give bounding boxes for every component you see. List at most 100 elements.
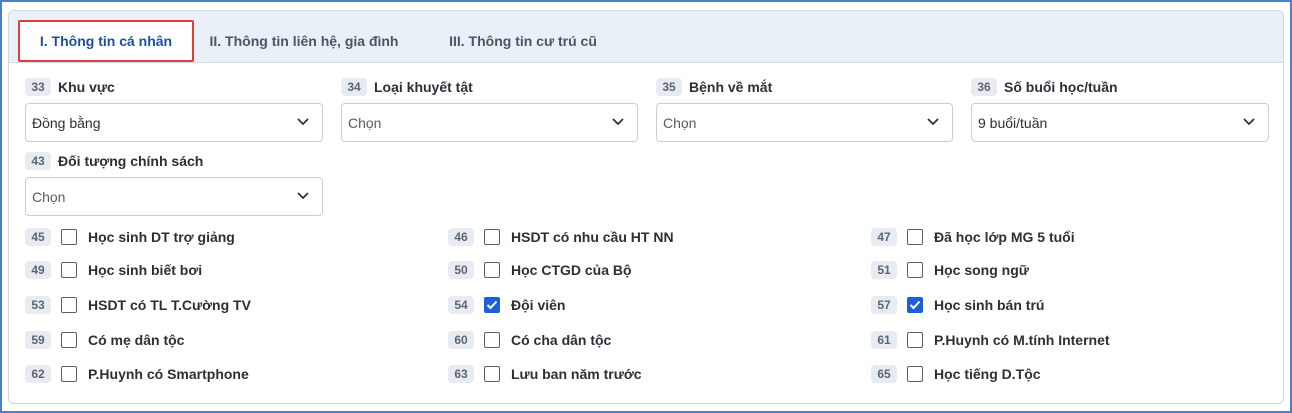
checkbox-item[interactable]: 45 Học sinh DT trợ giảng [25, 226, 235, 248]
tab-label: II. Thông tin liên hệ, gia đình [209, 33, 399, 49]
checkbox-label: Học song ngữ [934, 262, 1029, 278]
checkbox-item[interactable]: 53 HSDT có TL T.Cường TV [25, 294, 251, 316]
checkbox-item[interactable]: 51 Học song ngữ [871, 259, 1029, 281]
checkbox-label: Đã học lớp MG 5 tuổi [934, 229, 1075, 245]
field-number-badge: 57 [871, 296, 897, 314]
checkbox[interactable] [907, 297, 923, 313]
region-select-value: Đồng bằng [32, 114, 101, 131]
tab-bar: I. Thông tin cá nhân II. Thông tin liên … [9, 11, 1283, 63]
policy-subject-select-value: Chọn [32, 188, 66, 205]
field-number-badge: 50 [448, 261, 474, 279]
field-number-badge: 63 [448, 365, 474, 383]
tab-label: III. Thông tin cư trú cũ [449, 33, 597, 49]
checkmark-icon [486, 300, 498, 310]
checkbox[interactable] [61, 262, 77, 278]
checkbox-item[interactable]: 59 Có mẹ dân tộc [25, 329, 184, 351]
region-select[interactable]: Đồng bằng [25, 103, 323, 142]
field-number-badge: 53 [25, 296, 51, 314]
field-number-badge: 36 [971, 78, 997, 96]
checkbox-label: Có mẹ dân tộc [88, 332, 185, 348]
field-region-label: Khu vực [58, 79, 115, 95]
checkbox-label: P.Huynh có M.tính Internet [934, 332, 1110, 348]
tab-contact-family[interactable]: II. Thông tin liên hệ, gia đình [204, 20, 404, 62]
field-policy-label-row: 43 Đối tượng chính sách [25, 151, 203, 171]
field-sessions-label-row: 36 Số buổi học/tuần [971, 77, 1118, 97]
checkbox-item[interactable]: 61 P.Huynh có M.tính Internet [871, 329, 1110, 351]
checkbox-label: P.Huynh có Smartphone [88, 366, 249, 382]
field-disability-label-row: 34 Loại khuyết tật [341, 77, 473, 97]
checkbox[interactable] [907, 229, 923, 245]
field-sessions-label: Số buổi học/tuần [1004, 79, 1118, 95]
field-number-badge: 59 [25, 331, 51, 349]
checkbox-label: Học CTGD của Bộ [511, 262, 632, 278]
field-number-badge: 51 [871, 261, 897, 279]
checkbox-item[interactable]: 54 Đội viên [448, 294, 565, 316]
chevron-down-icon [297, 192, 309, 200]
checkbox[interactable] [484, 262, 500, 278]
checkbox[interactable] [61, 366, 77, 382]
field-number-badge: 61 [871, 331, 897, 349]
checkbox[interactable] [907, 332, 923, 348]
checkbox-label: Học tiếng D.Tộc [934, 366, 1041, 382]
field-number-badge: 47 [871, 228, 897, 246]
checkbox-item[interactable]: 63 Lưu ban năm trước [448, 363, 642, 385]
sessions-per-week-select-value: 9 buổi/tuần [978, 114, 1048, 131]
eye-disease-select-value: Chọn [663, 114, 697, 131]
checkbox-label: Đội viên [511, 297, 566, 313]
disability-type-select-value: Chọn [348, 114, 382, 131]
field-number-badge: 33 [25, 78, 51, 96]
checkbox-item[interactable]: 46 HSDT có nhu cầu HT NN [448, 226, 674, 248]
tab-personal-info[interactable]: I. Thông tin cá nhân [18, 20, 194, 62]
chevron-down-icon [1243, 118, 1255, 126]
checkbox[interactable] [484, 332, 500, 348]
checkbox[interactable] [907, 366, 923, 382]
field-number-badge: 45 [25, 228, 51, 246]
checkbox-label: Lưu ban năm trước [511, 366, 642, 382]
checkbox-item[interactable]: 60 Có cha dân tộc [448, 329, 611, 351]
checkbox-label: Học sinh bán trú [934, 297, 1045, 313]
tab-previous-residence[interactable]: III. Thông tin cư trú cũ [429, 20, 617, 62]
checkmark-icon [909, 300, 921, 310]
field-number-badge: 54 [448, 296, 474, 314]
field-policy-label: Đối tượng chính sách [58, 153, 204, 169]
tab-label: I. Thông tin cá nhân [39, 33, 173, 49]
chevron-down-icon [297, 118, 309, 126]
eye-disease-select[interactable]: Chọn [656, 103, 953, 142]
policy-subject-select[interactable]: Chọn [25, 177, 323, 216]
field-number-badge: 60 [448, 331, 474, 349]
field-number-badge: 43 [25, 152, 51, 170]
checkbox-label: Có cha dân tộc [511, 332, 612, 348]
field-number-badge: 46 [448, 228, 474, 246]
checkbox-item[interactable]: 50 Học CTGD của Bộ [448, 259, 632, 281]
field-region-label-row: 33 Khu vực [25, 77, 115, 97]
field-eye-disease-label: Bệnh về mắt [689, 79, 773, 95]
checkbox[interactable] [484, 297, 500, 313]
checkbox[interactable] [484, 229, 500, 245]
checkbox[interactable] [61, 332, 77, 348]
student-info-card: I. Thông tin cá nhân II. Thông tin liên … [8, 10, 1284, 404]
checkbox-item[interactable]: 65 Học tiếng D.Tộc [871, 363, 1041, 385]
field-number-badge: 34 [341, 78, 367, 96]
field-number-badge: 62 [25, 365, 51, 383]
checkbox-label: Học sinh DT trợ giảng [88, 229, 235, 245]
field-disability-label: Loại khuyết tật [374, 79, 473, 95]
checkbox-item[interactable]: 47 Đã học lớp MG 5 tuổi [871, 226, 1075, 248]
checkbox[interactable] [61, 229, 77, 245]
sessions-per-week-select[interactable]: 9 buổi/tuần [971, 103, 1269, 142]
checkbox-item[interactable]: 62 P.Huynh có Smartphone [25, 363, 249, 385]
checkbox-label: Học sinh biết bơi [88, 262, 203, 278]
checkbox-item[interactable]: 57 Học sinh bán trú [871, 294, 1044, 316]
checkbox[interactable] [907, 262, 923, 278]
field-eye-disease-label-row: 35 Bệnh về mắt [656, 77, 772, 97]
chevron-down-icon [927, 118, 939, 126]
field-number-badge: 65 [871, 365, 897, 383]
checkbox-label: HSDT có TL T.Cường TV [88, 297, 251, 313]
field-number-badge: 35 [656, 78, 682, 96]
chevron-down-icon [612, 118, 624, 126]
checkbox-item[interactable]: 49 Học sinh biết bơi [25, 259, 202, 281]
disability-type-select[interactable]: Chọn [341, 103, 638, 142]
checkbox-label: HSDT có nhu cầu HT NN [511, 229, 674, 245]
checkbox[interactable] [484, 366, 500, 382]
checkbox[interactable] [61, 297, 77, 313]
field-number-badge: 49 [25, 261, 51, 279]
